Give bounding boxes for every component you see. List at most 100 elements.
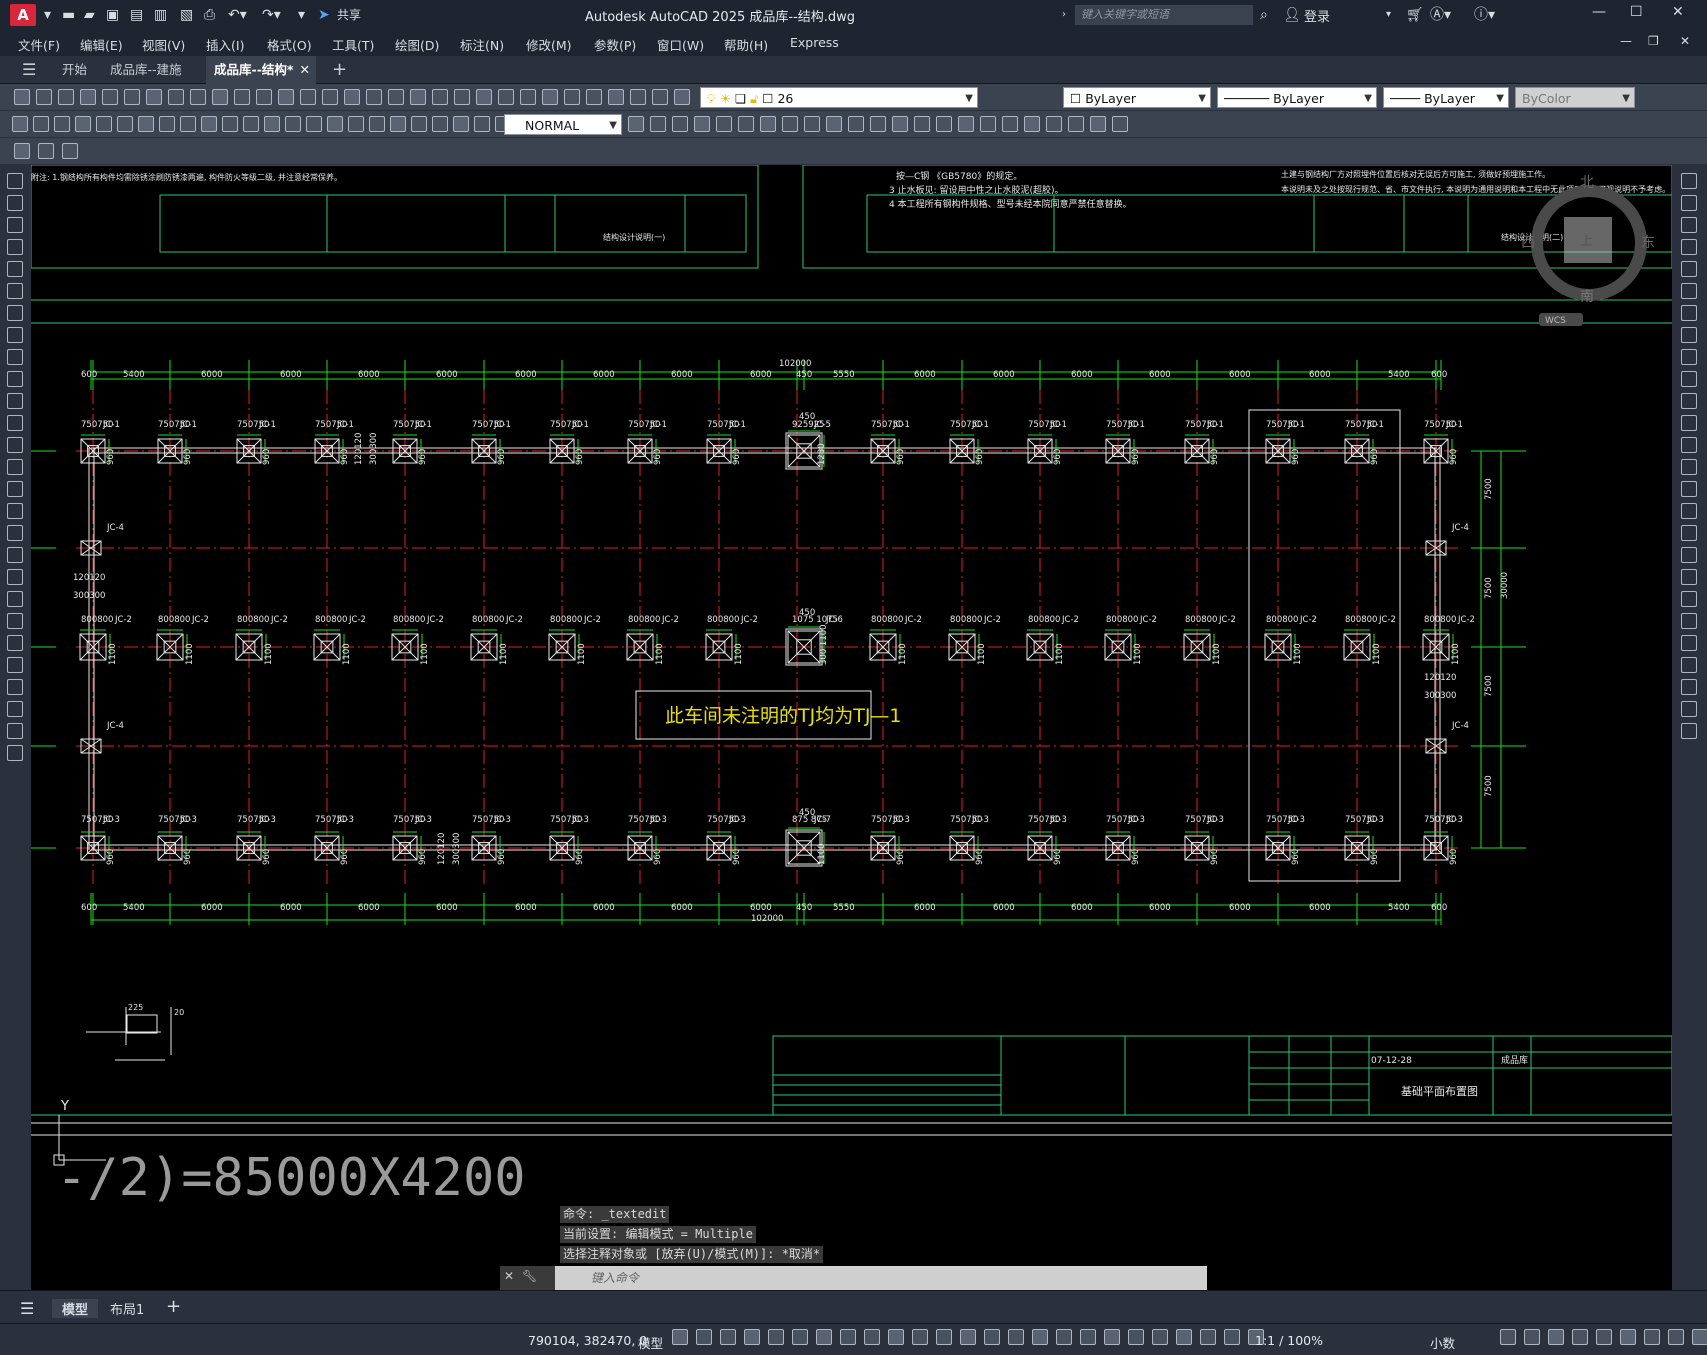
dimension-tool-27-icon[interactable] <box>694 116 710 132</box>
dimension-tool-41-icon[interactable] <box>1002 116 1018 132</box>
undo-icon[interactable]: ↶▾ <box>228 5 247 25</box>
draw-tool-icon[interactable] <box>7 283 23 299</box>
share-icon[interactable]: ➤ <box>318 5 330 25</box>
status-tool-6-icon[interactable] <box>816 1329 832 1345</box>
dimension-tool-42-icon[interactable] <box>1024 116 1040 132</box>
doc-close-icon[interactable]: ✕ <box>1680 34 1690 48</box>
menu-dimension[interactable]: 标注(N) <box>460 35 504 54</box>
draw-tool-icon[interactable] <box>7 569 23 585</box>
menu-view[interactable]: 视图(V) <box>142 35 185 54</box>
draw-tool-icon[interactable] <box>7 481 23 497</box>
dimension-tool-15-icon[interactable] <box>327 116 343 132</box>
menu-window[interactable]: 窗口(W) <box>657 35 704 54</box>
close-icon[interactable]: ✕ <box>504 1269 514 1283</box>
extra-tool-1-icon[interactable] <box>38 143 54 159</box>
menu-tools[interactable]: 工具(T) <box>332 35 374 54</box>
modify-tool-icon[interactable] <box>1681 261 1697 277</box>
new-file-icon[interactable]: ▬ <box>62 5 75 25</box>
status-tool-2-icon[interactable] <box>720 1329 736 1345</box>
dimension-tool-17-icon[interactable] <box>369 116 385 132</box>
dimension-tool-14-icon[interactable] <box>306 116 322 132</box>
status-tool-30-icon[interactable] <box>1620 1329 1636 1345</box>
dimension-tool-22-icon[interactable] <box>474 116 490 132</box>
modify-tool-icon[interactable] <box>1681 349 1697 365</box>
dimension-tool-5-icon[interactable] <box>117 116 133 132</box>
draw-tool-icon[interactable] <box>7 195 23 211</box>
status-tool-9-icon[interactable] <box>888 1329 904 1345</box>
dimension-tool-32-icon[interactable] <box>804 116 820 132</box>
menu-draw[interactable]: 绘图(D) <box>395 35 439 54</box>
modify-tool-icon[interactable] <box>1681 547 1697 563</box>
dimension-tool-11-icon[interactable] <box>243 116 259 132</box>
close-icon[interactable]: ✕ <box>1672 4 1684 20</box>
modify-tool-icon[interactable] <box>1681 591 1697 607</box>
status-tool-27-icon[interactable] <box>1548 1329 1564 1345</box>
standard-tool-28-icon[interactable] <box>630 89 646 105</box>
modify-tool-icon[interactable] <box>1681 459 1697 475</box>
new-tab-plus-icon[interactable]: + <box>324 56 355 84</box>
dimension-tool-25-icon[interactable] <box>650 116 666 132</box>
status-tool-15-icon[interactable] <box>1032 1329 1048 1345</box>
standard-tool-13-icon[interactable] <box>300 89 316 105</box>
standard-tool-0-icon[interactable] <box>14 89 30 105</box>
modify-tool-icon[interactable] <box>1681 283 1697 299</box>
draw-tool-icon[interactable] <box>7 503 23 519</box>
dimension-tool-38-icon[interactable] <box>936 116 952 132</box>
standard-tool-9-icon[interactable] <box>212 89 228 105</box>
standard-tool-7-icon[interactable] <box>168 89 184 105</box>
standard-tool-14-icon[interactable] <box>322 89 338 105</box>
dimension-tool-4-icon[interactable] <box>96 116 112 132</box>
standard-tool-20-icon[interactable] <box>454 89 470 105</box>
login-button[interactable]: 登录 <box>1304 6 1330 25</box>
coordinates-readout[interactable]: 790104, 382470, 0 <box>528 1333 647 1348</box>
modify-tool-icon[interactable] <box>1681 635 1697 651</box>
viewcube-top[interactable]: 上 <box>1580 234 1593 249</box>
draw-tool-icon[interactable] <box>7 613 23 629</box>
draw-tool-icon[interactable] <box>7 173 23 189</box>
dimension-tool-24-icon[interactable] <box>628 116 644 132</box>
viewcube-north[interactable]: 北 <box>1580 175 1594 191</box>
status-tool-10-icon[interactable] <box>912 1329 928 1345</box>
menu-file[interactable]: 文件(F) <box>18 35 60 54</box>
status-tool-22-icon[interactable] <box>1200 1329 1216 1345</box>
draw-tool-icon[interactable] <box>7 723 23 739</box>
draw-tool-icon[interactable] <box>7 459 23 475</box>
search-input[interactable]: 键入关键字或短语 <box>1075 5 1253 25</box>
tab-start[interactable]: 开始 <box>54 56 95 84</box>
dimension-tool-20-icon[interactable] <box>432 116 448 132</box>
large-drawing-text[interactable]: -/2)=85000X4200 <box>56 1148 526 1208</box>
menu-insert[interactable]: 插入(I) <box>206 35 244 54</box>
dimension-tool-37-icon[interactable] <box>914 116 930 132</box>
status-tool-19-icon[interactable] <box>1128 1329 1144 1345</box>
user-icon[interactable]: 👤︎ <box>1283 5 1301 25</box>
dimension-tool-35-icon[interactable] <box>870 116 886 132</box>
redo-icon[interactable]: ↷▾ <box>262 5 281 25</box>
modify-tool-icon[interactable] <box>1681 679 1697 695</box>
draw-tool-icon[interactable] <box>7 679 23 695</box>
modify-tool-icon[interactable] <box>1681 371 1697 387</box>
dimension-tool-30-icon[interactable] <box>760 116 776 132</box>
standard-tool-1-icon[interactable] <box>36 89 52 105</box>
standard-tool-21-icon[interactable] <box>476 89 492 105</box>
draw-tool-icon[interactable] <box>7 217 23 233</box>
standard-tool-19-icon[interactable] <box>432 89 448 105</box>
modify-tool-icon[interactable] <box>1681 437 1697 453</box>
dimension-tool-12-icon[interactable] <box>264 116 280 132</box>
draw-tool-icon[interactable] <box>7 327 23 343</box>
modify-tool-icon[interactable] <box>1681 239 1697 255</box>
tab-structure[interactable]: 成品库--结构* ✕ <box>206 56 316 84</box>
close-tab-icon[interactable]: ✕ <box>300 56 310 84</box>
status-tool-29-icon[interactable] <box>1596 1329 1612 1345</box>
status-tool-0-icon[interactable] <box>672 1329 688 1345</box>
open-file-icon[interactable]: ▰ <box>84 5 95 25</box>
drawing-canvas[interactable]: 附注: 1.钢结构所有构件均需除锈涂刷防锈漆两遍, 构件防火等级二级, 并注意经… <box>31 165 1672 1290</box>
dimension-tool-13-icon[interactable] <box>285 116 301 132</box>
tab-architecture[interactable]: 成品库--建施 <box>102 56 190 84</box>
status-tool-33-icon[interactable] <box>1692 1329 1707 1345</box>
autodesk-app-icon[interactable]: Ⓐ▾ <box>1430 5 1451 25</box>
dimension-tool-10-icon[interactable] <box>222 116 238 132</box>
status-tool-26-icon[interactable] <box>1524 1329 1540 1345</box>
extra-tool-0-icon[interactable] <box>14 143 30 159</box>
dimension-tool-6-icon[interactable] <box>138 116 154 132</box>
standard-tool-17-icon[interactable] <box>388 89 404 105</box>
